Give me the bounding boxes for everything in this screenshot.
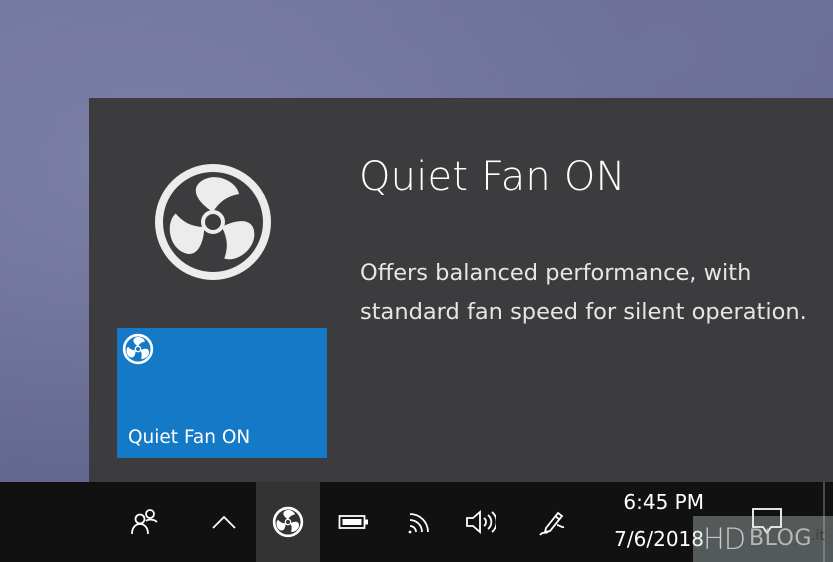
clock-time: 6:45 PM [623, 490, 704, 514]
fan-mode-flyout: Quiet Fan ON Offers balanced performance… [89, 98, 833, 482]
fan-mode-button[interactable] [256, 482, 320, 562]
wifi-icon [408, 513, 429, 534]
fan-icon [122, 333, 154, 365]
watermark-blog: BLOG [749, 526, 812, 551]
quiet-fan-tile[interactable]: Quiet Fan ON [117, 328, 327, 458]
volume-icon [466, 510, 496, 534]
flyout-description: Offers balanced performance, with standa… [360, 260, 807, 325]
pen-icon [539, 511, 565, 536]
fan-icon [272, 506, 304, 538]
show-hidden-icons-button[interactable] [204, 482, 244, 562]
hdblog-watermark: HD BLOG .it [693, 516, 833, 562]
battery-button[interactable] [334, 482, 374, 562]
pen-workspace-button[interactable] [532, 482, 572, 562]
volume-button[interactable] [460, 482, 500, 562]
network-button[interactable] [398, 482, 438, 562]
watermark-hd: HD [703, 522, 746, 556]
chevron-up-icon [212, 515, 236, 529]
battery-icon [338, 515, 368, 529]
people-button[interactable] [124, 482, 166, 562]
people-icon [131, 509, 158, 535]
watermark-suffix: .it [811, 528, 825, 544]
fan-icon [153, 162, 273, 282]
tile-label: Quiet Fan ON [128, 427, 251, 448]
flyout-title: Quiet Fan ON [359, 154, 626, 200]
clock-date: 7/6/2018 [614, 527, 704, 551]
